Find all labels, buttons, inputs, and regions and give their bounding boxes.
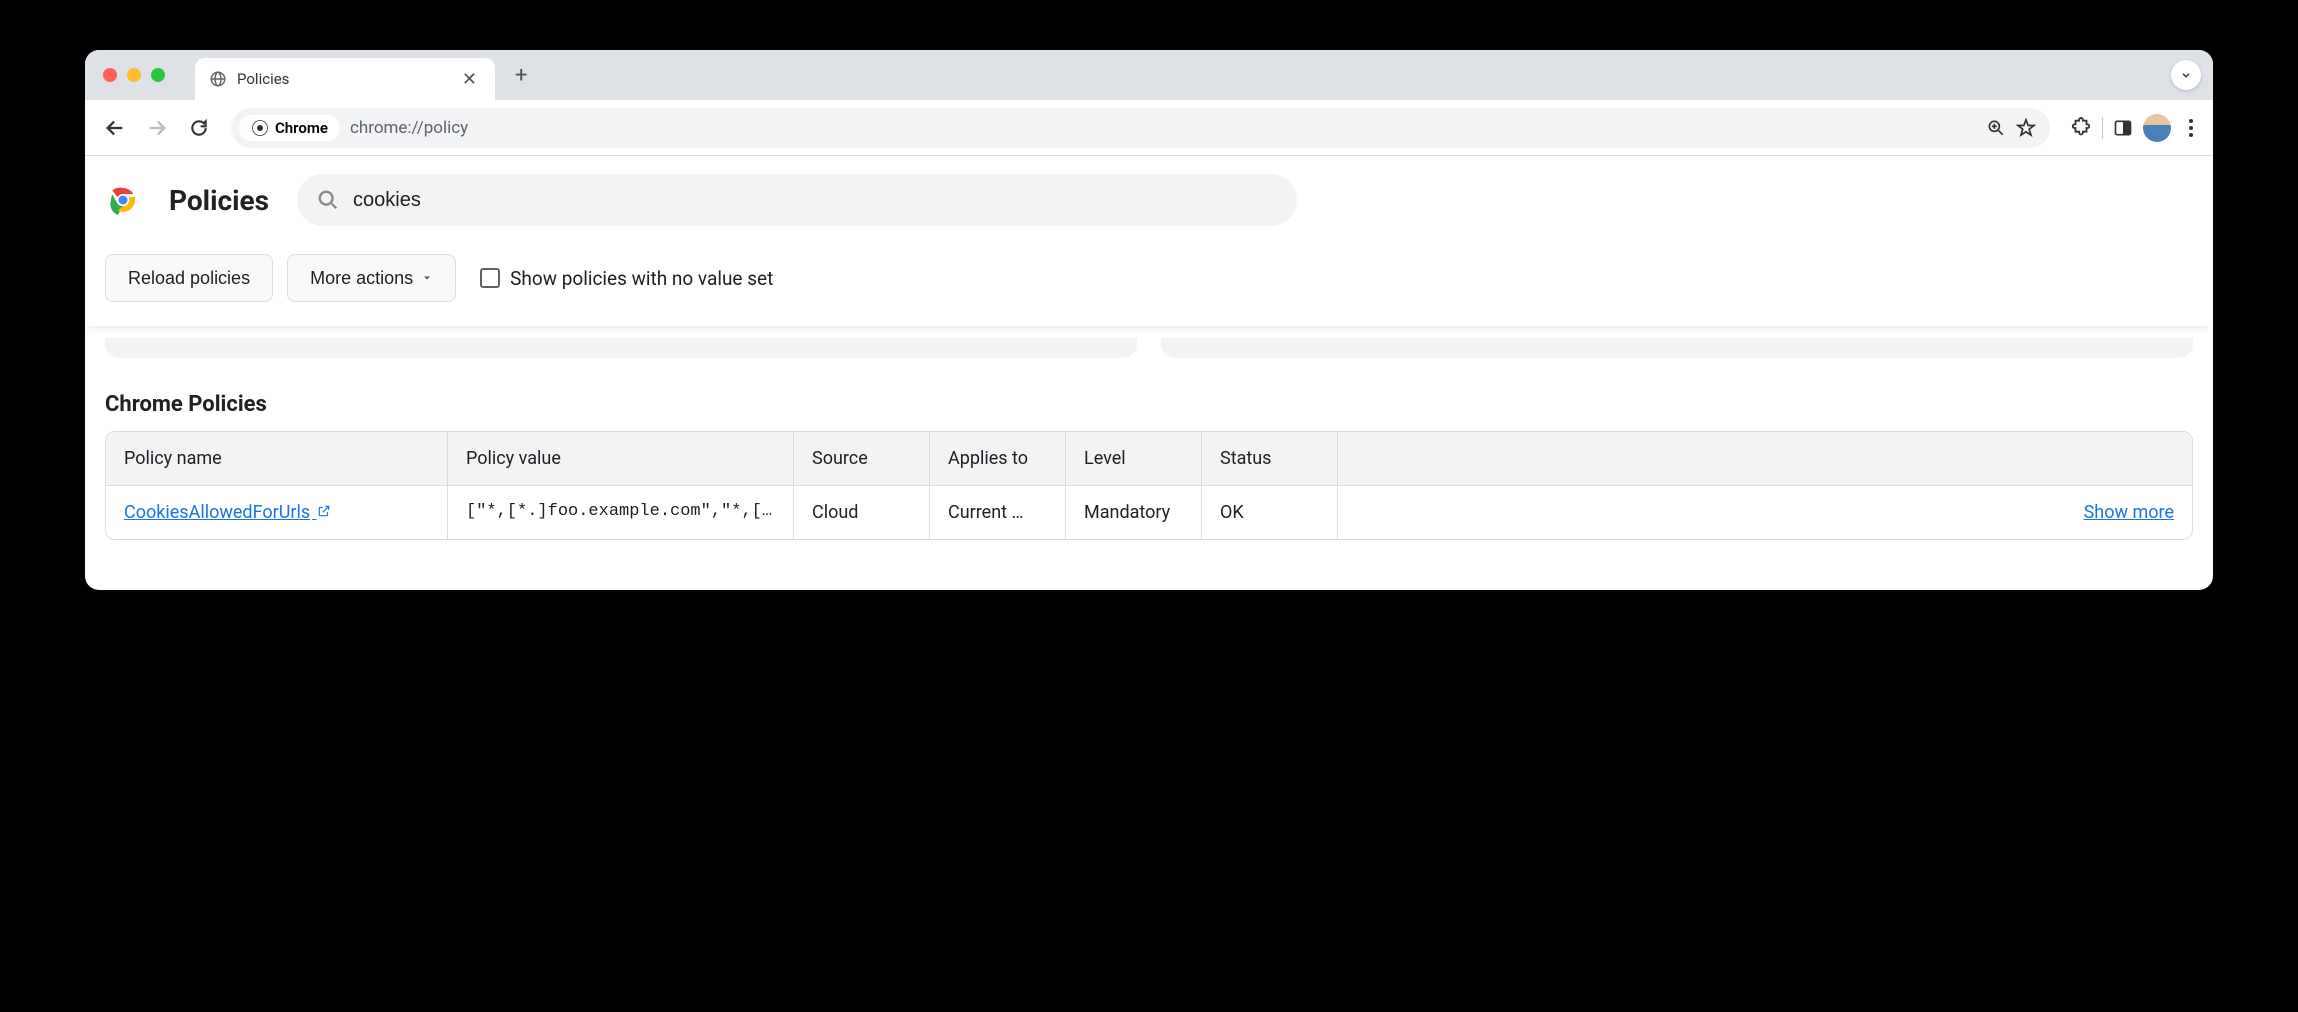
reload-button[interactable] <box>181 110 217 146</box>
td-policy-value: ["*,[*.]foo.example.com","*,[*.… <box>448 486 794 539</box>
td-action: Show more <box>1338 486 2192 539</box>
action-row: Reload policies More actions Show polici… <box>85 244 2213 326</box>
th-policy-value: Policy value <box>448 432 794 485</box>
chrome-icon <box>251 119 269 137</box>
status-card <box>105 338 1137 358</box>
extensions-icon[interactable] <box>2070 117 2092 139</box>
td-status: OK <box>1202 486 1338 539</box>
show-empty-policies-toggle[interactable]: Show policies with no value set <box>480 267 773 290</box>
search-icon <box>317 189 339 211</box>
th-applies: Applies to <box>930 432 1066 485</box>
status-cards-row <box>85 326 2213 370</box>
tab-close-icon[interactable]: ✕ <box>458 67 481 92</box>
browser-window: Policies ✕ + Chrome chrome://policy <box>85 50 2213 590</box>
omnibox-url: chrome://policy <box>350 118 468 138</box>
omnibox-chip-label: Chrome <box>275 119 328 137</box>
page-header: Policies <box>85 156 2213 244</box>
toolbar-divider <box>2102 117 2103 139</box>
window-close-button[interactable] <box>103 68 117 82</box>
more-actions-label: More actions <box>310 268 413 289</box>
th-status: Status <box>1202 432 1338 485</box>
td-level: Mandatory <box>1066 486 1202 539</box>
browser-menu-icon[interactable] <box>2181 111 2201 145</box>
policy-search-input[interactable] <box>353 189 1277 212</box>
more-actions-button[interactable]: More actions <box>287 254 456 302</box>
address-bar[interactable]: Chrome chrome://policy <box>231 108 2050 148</box>
zoom-icon[interactable] <box>1986 118 2006 138</box>
page-title: Policies <box>169 184 269 217</box>
omnibox-chip: Chrome <box>239 115 340 141</box>
external-link-icon <box>312 502 330 523</box>
reload-policies-label: Reload policies <box>128 268 250 289</box>
traffic-lights <box>103 68 165 82</box>
reload-policies-button[interactable]: Reload policies <box>105 254 273 302</box>
checkbox-icon[interactable] <box>480 268 500 288</box>
td-policy-name: CookiesAllowedForUrls <box>106 486 448 539</box>
table-header-row: Policy name Policy value Source Applies … <box>106 432 2192 485</box>
chrome-logo-icon <box>105 182 141 218</box>
globe-icon <box>209 70 227 88</box>
th-level: Level <box>1066 432 1202 485</box>
th-policy-name: Policy name <box>106 432 448 485</box>
policy-name-link[interactable]: CookiesAllowedForUrls <box>124 502 331 523</box>
policy-table: Policy name Policy value Source Applies … <box>105 431 2193 540</box>
window-minimize-button[interactable] <box>127 68 141 82</box>
policy-search-box[interactable] <box>297 174 1297 226</box>
forward-button[interactable] <box>139 110 175 146</box>
browser-toolbar: Chrome chrome://policy <box>85 100 2213 156</box>
th-actions <box>1338 432 2192 485</box>
show-more-link[interactable]: Show more <box>2084 502 2174 523</box>
dropdown-caret-icon <box>421 272 433 284</box>
side-panel-icon[interactable] <box>2113 118 2133 138</box>
section-title: Chrome Policies <box>85 370 2213 431</box>
policy-name-text: CookiesAllowedForUrls <box>124 502 310 523</box>
extension-area <box>2070 111 2201 145</box>
browser-tab[interactable]: Policies ✕ <box>195 58 495 100</box>
profile-avatar[interactable] <box>2143 114 2171 142</box>
table-row: CookiesAllowedForUrls ["*,[*.]foo.exampl… <box>106 485 2192 539</box>
td-source: Cloud <box>794 486 930 539</box>
td-applies: Current … <box>930 486 1066 539</box>
tab-strip: Policies ✕ + <box>85 50 2213 100</box>
new-tab-button[interactable]: + <box>511 59 531 92</box>
table-body: CookiesAllowedForUrls ["*,[*.]foo.exampl… <box>106 485 2192 539</box>
th-source: Source <box>794 432 930 485</box>
tab-list-dropdown[interactable] <box>2171 60 2201 90</box>
bookmark-star-icon[interactable] <box>2016 118 2036 138</box>
tab-title: Policies <box>237 70 448 88</box>
checkbox-label: Show policies with no value set <box>510 267 773 290</box>
status-card <box>1161 338 2193 358</box>
back-button[interactable] <box>97 110 133 146</box>
window-maximize-button[interactable] <box>151 68 165 82</box>
page-content: Policies Reload policies More actions Sh <box>85 156 2213 590</box>
